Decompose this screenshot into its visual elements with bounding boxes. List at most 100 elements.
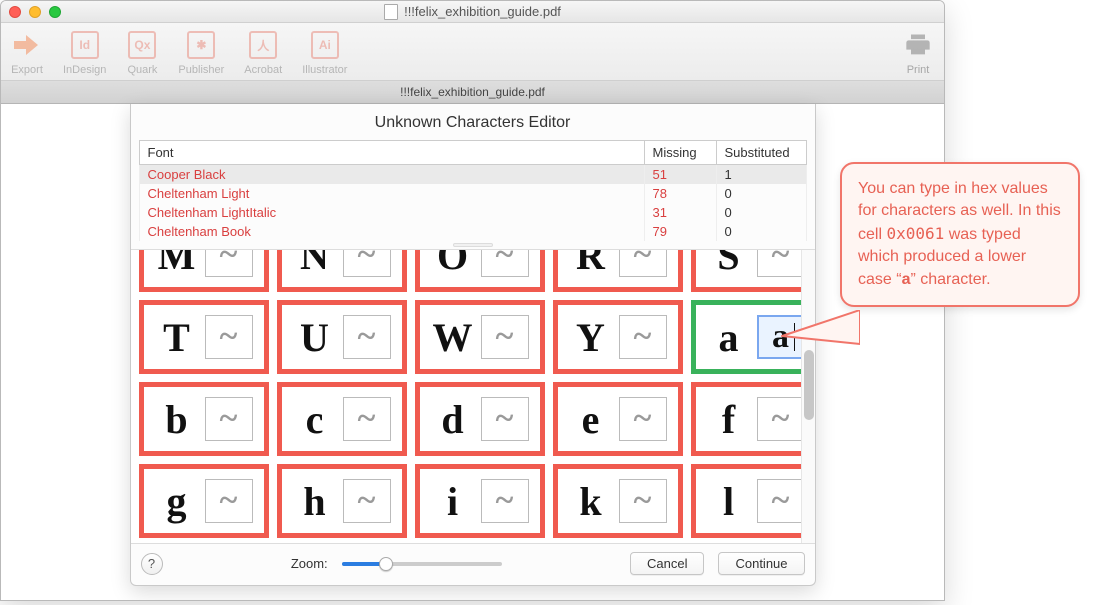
missing-count: 79: [644, 222, 716, 241]
font-row[interactable]: Cheltenham Light780: [139, 184, 806, 203]
source-glyph: g: [155, 478, 199, 525]
print-label: Print: [907, 64, 930, 76]
source-glyph: N: [293, 250, 337, 279]
document-tab-label: !!!felix_exhibition_guide.pdf: [400, 85, 545, 99]
source-glyph: k: [569, 478, 613, 525]
illustrator-button[interactable]: Ai Illustrator: [302, 29, 347, 76]
substitute-input[interactable]: ~: [481, 250, 529, 277]
substitute-input[interactable]: ~: [205, 479, 253, 523]
character-cell[interactable]: d~: [415, 382, 545, 456]
indesign-label: InDesign: [63, 64, 106, 76]
substitute-input[interactable]: ~: [757, 250, 805, 277]
character-cell[interactable]: O~: [415, 250, 545, 292]
character-cell[interactable]: Y~: [553, 300, 683, 374]
character-cell[interactable]: k~: [553, 464, 683, 538]
export-icon: [11, 29, 43, 61]
substitute-input[interactable]: ~: [757, 397, 805, 441]
annotation-callout: You can type in hex values for character…: [840, 162, 1080, 307]
character-cell[interactable]: M~: [139, 250, 269, 292]
source-glyph: S: [707, 250, 751, 279]
substitute-input[interactable]: ~: [481, 315, 529, 359]
substitute-input[interactable]: ~: [205, 315, 253, 359]
zoom-slider-knob[interactable]: [379, 557, 393, 571]
publisher-button[interactable]: ✱ Publisher: [178, 29, 224, 76]
character-cell[interactable]: c~: [277, 382, 407, 456]
col-font[interactable]: Font: [139, 141, 644, 165]
document-tab[interactable]: !!!felix_exhibition_guide.pdf: [1, 81, 944, 104]
illustrator-label: Illustrator: [302, 64, 347, 76]
substitute-input[interactable]: ~: [343, 250, 391, 277]
missing-count: 31: [644, 203, 716, 222]
font-name: Cooper Black: [139, 165, 644, 185]
help-button[interactable]: ?: [141, 553, 163, 575]
character-cell[interactable]: e~: [553, 382, 683, 456]
continue-button[interactable]: Continue: [718, 552, 804, 575]
unknown-characters-dialog: Unknown Characters Editor Font Missing S…: [130, 104, 816, 586]
substitute-input[interactable]: ~: [757, 479, 805, 523]
font-name: Cheltenham Light: [139, 184, 644, 203]
source-glyph: i: [431, 478, 475, 525]
missing-count: 78: [644, 184, 716, 203]
font-row[interactable]: Cooper Black511: [139, 165, 806, 185]
substitute-input[interactable]: ~: [481, 479, 529, 523]
scrollbar-thumb[interactable]: [804, 350, 814, 420]
character-cell[interactable]: R~: [553, 250, 683, 292]
titlebar: !!!felix_exhibition_guide.pdf: [1, 1, 944, 23]
substitute-input[interactable]: ~: [205, 397, 253, 441]
illustrator-icon: Ai: [309, 29, 341, 61]
source-glyph: e: [569, 396, 613, 443]
substitute-input[interactable]: ~: [343, 315, 391, 359]
character-cell[interactable]: W~: [415, 300, 545, 374]
character-cell[interactable]: T~: [139, 300, 269, 374]
grid-scrollbar[interactable]: [801, 250, 815, 543]
quark-button[interactable]: Qx Quark: [126, 29, 158, 76]
character-cell[interactable]: f~: [691, 382, 815, 456]
character-cell[interactable]: i~: [415, 464, 545, 538]
character-cell[interactable]: U~: [277, 300, 407, 374]
substitute-input[interactable]: ~: [343, 479, 391, 523]
window-title: !!!felix_exhibition_guide.pdf: [404, 4, 561, 19]
substituted-count: 1: [716, 165, 806, 185]
cancel-button[interactable]: Cancel: [630, 552, 704, 575]
substitute-input[interactable]: ~: [619, 250, 667, 277]
acrobat-icon: 人: [247, 29, 279, 61]
character-cell[interactable]: g~: [139, 464, 269, 538]
indesign-button[interactable]: Id InDesign: [63, 29, 106, 76]
print-button[interactable]: Print: [902, 29, 934, 76]
callout-text-3: ” character.: [910, 271, 990, 288]
callout-tail-icon: [780, 310, 860, 350]
print-icon: [902, 29, 934, 61]
source-glyph: R: [569, 250, 613, 279]
zoom-slider[interactable]: [342, 562, 502, 566]
substitute-input[interactable]: ~: [619, 397, 667, 441]
character-cell[interactable]: l~: [691, 464, 815, 538]
source-glyph: T: [155, 314, 199, 361]
font-name: Cheltenham Book: [139, 222, 644, 241]
acrobat-button[interactable]: 人 Acrobat: [244, 29, 282, 76]
table-resize-grip[interactable]: [131, 241, 815, 249]
substitute-input[interactable]: ~: [619, 315, 667, 359]
export-button[interactable]: Export: [11, 29, 43, 76]
substitute-input[interactable]: ~: [619, 479, 667, 523]
character-grid: M~N~O~R~S~T~U~W~Y~aab~c~d~e~f~g~h~i~k~l~…: [131, 250, 815, 543]
publisher-icon: ✱: [185, 29, 217, 61]
source-glyph: l: [707, 478, 751, 525]
zoom-label: Zoom:: [291, 556, 328, 571]
quark-icon: Qx: [126, 29, 158, 61]
substitute-input[interactable]: ~: [205, 250, 253, 277]
source-glyph: c: [293, 396, 337, 443]
source-glyph: W: [431, 314, 475, 361]
character-cell[interactable]: S~: [691, 250, 815, 292]
substitute-input[interactable]: ~: [481, 397, 529, 441]
character-cell[interactable]: h~: [277, 464, 407, 538]
acrobat-label: Acrobat: [244, 64, 282, 76]
source-glyph: O: [431, 250, 475, 279]
font-row[interactable]: Cheltenham LightItalic310: [139, 203, 806, 222]
col-missing[interactable]: Missing: [644, 141, 716, 165]
character-cell[interactable]: b~: [139, 382, 269, 456]
substitute-input[interactable]: ~: [343, 397, 391, 441]
source-glyph: M: [155, 250, 199, 279]
col-substituted[interactable]: Substituted: [716, 141, 806, 165]
character-cell[interactable]: N~: [277, 250, 407, 292]
font-row[interactable]: Cheltenham Book790: [139, 222, 806, 241]
